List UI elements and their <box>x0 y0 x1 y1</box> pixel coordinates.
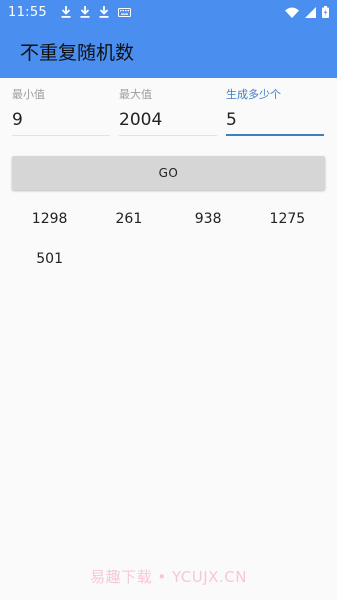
count-input[interactable]: 5 <box>226 110 237 130</box>
max-value-input[interactable]: 2004 <box>119 110 162 130</box>
signal-icon <box>305 6 316 18</box>
count-label: 生成多少个 <box>226 88 281 101</box>
result-number: 938 <box>194 211 222 227</box>
status-bar: 11:55 <box>0 0 337 24</box>
results-grid: 1298 261 938 1275 501 <box>10 210 327 268</box>
download-icon <box>61 6 71 18</box>
app-bar: 不重复随机数 <box>0 24 337 78</box>
min-value-label: 最小值 <box>12 88 45 101</box>
go-button[interactable]: GO <box>12 156 325 190</box>
field-underline-active <box>226 134 324 136</box>
min-value-input[interactable]: 9 <box>12 110 23 130</box>
field-underline <box>12 135 110 136</box>
input-fields: 最小值 9 最大值 2004 生成多少个 5 <box>12 86 325 136</box>
min-value-field[interactable]: 最小值 9 <box>12 86 110 136</box>
go-button-label: GO <box>158 166 179 180</box>
download-icon <box>99 6 109 18</box>
result-number: 1275 <box>269 211 306 227</box>
max-value-field[interactable]: 最大值 2004 <box>119 86 217 136</box>
battery-icon <box>322 6 329 18</box>
watermark: 易趣下载 • YCUJX.CN <box>90 568 247 586</box>
status-time: 11:55 <box>8 4 47 20</box>
count-field[interactable]: 生成多少个 5 <box>226 86 324 136</box>
system-icons <box>285 6 329 18</box>
result-number: 1298 <box>31 211 68 227</box>
notification-icons <box>61 6 131 18</box>
app-title: 不重复随机数 <box>20 41 135 64</box>
result-number: 261 <box>115 211 143 227</box>
wifi-icon <box>285 7 299 18</box>
field-underline <box>119 135 217 136</box>
keyboard-icon <box>117 7 131 17</box>
result-number: 501 <box>36 251 63 267</box>
max-value-label: 最大值 <box>119 88 152 101</box>
download-icon <box>80 6 90 18</box>
